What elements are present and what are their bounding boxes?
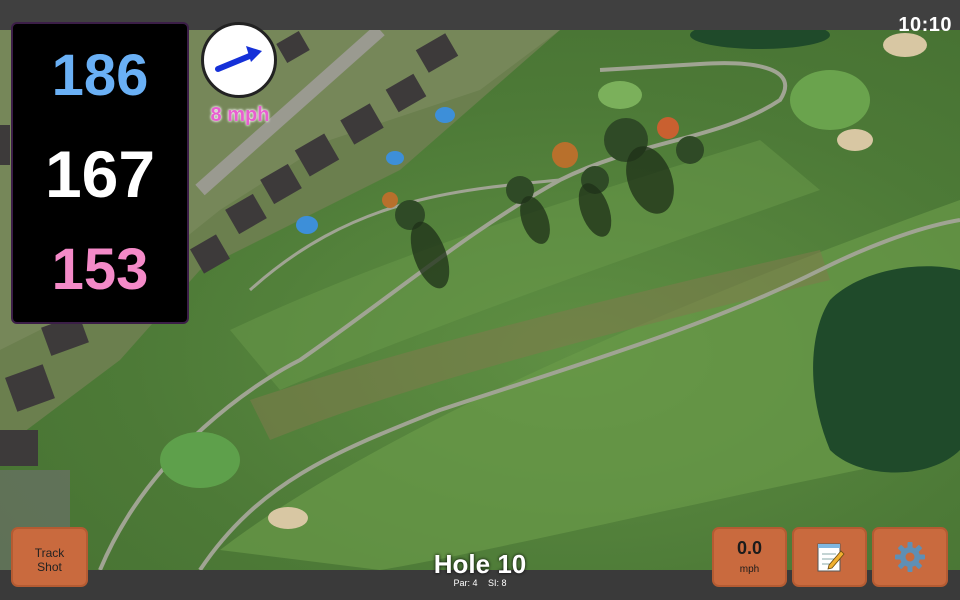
track-shot-button[interactable]: Track Shot (11, 527, 88, 587)
hole-info: Par: 4 SI: 8 (380, 578, 580, 588)
speed-button[interactable]: 0.0 mph (712, 527, 787, 587)
speed-value: 0.0 (736, 538, 763, 558)
distance-panel: 186 167 153 (11, 22, 189, 324)
notes-button[interactable] (792, 527, 867, 587)
track-shot-label-line2: Shot (37, 560, 62, 574)
front-distance: 153 (51, 237, 149, 302)
speed-unit: mph (739, 564, 760, 575)
notepad-icon (817, 543, 845, 572)
hole-stroke-index: SI: 8 (488, 578, 507, 588)
center-distance: 167 (44, 137, 156, 211)
gear-icon (895, 542, 925, 572)
hole-title: Hole 10 (433, 549, 527, 579)
track-shot-label-line1: Track (34, 546, 65, 560)
wind-indicator (201, 22, 277, 98)
wind-speed-label: 8 mph (210, 104, 270, 126)
clock: 10:10 (898, 14, 952, 36)
hole-par: Par: 4 (453, 578, 478, 588)
settings-button[interactable] (872, 527, 948, 587)
wind-arrow-icon (215, 46, 262, 72)
back-distance: 186 (51, 43, 149, 108)
